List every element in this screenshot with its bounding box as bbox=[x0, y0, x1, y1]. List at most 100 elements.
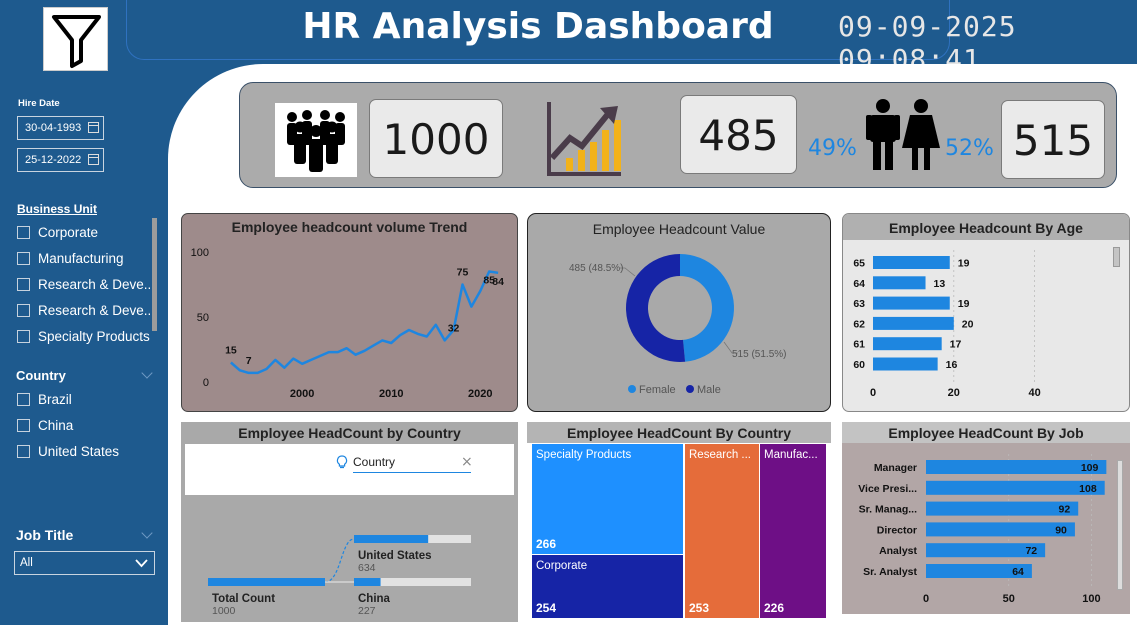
treemap-cell-manufacturing[interactable]: Manufac... 226 bbox=[760, 444, 826, 618]
value-label: 92 bbox=[1059, 504, 1071, 516]
x-tick-label: 0 bbox=[923, 593, 929, 605]
category-label: 65 bbox=[853, 258, 865, 270]
category-label: Sr. Analyst bbox=[863, 566, 917, 578]
option-label: United States bbox=[38, 443, 120, 459]
node-bar bbox=[354, 578, 381, 586]
calendar-icon[interactable] bbox=[88, 122, 99, 133]
job-title-selected: All bbox=[20, 557, 33, 569]
data-label: 32 bbox=[448, 322, 460, 334]
value-label: 108 bbox=[1079, 483, 1097, 495]
checkbox[interactable] bbox=[17, 225, 30, 239]
female-headcount-value: 485 bbox=[680, 95, 797, 174]
option-label: Research & Deve... bbox=[38, 302, 156, 318]
root-bar bbox=[208, 578, 325, 586]
legend-label: Male bbox=[697, 384, 721, 396]
filter-icon bbox=[52, 15, 101, 68]
x-tick-label: 2000 bbox=[290, 388, 314, 400]
category-label: 62 bbox=[853, 318, 865, 330]
value-label: 72 bbox=[1025, 545, 1037, 557]
treemap-cell-label: Specialty Products bbox=[536, 449, 632, 461]
treemap-cell-research[interactable]: Research ... 253 bbox=[685, 444, 759, 618]
bar bbox=[926, 460, 1107, 474]
checkbox[interactable] bbox=[17, 444, 30, 458]
total-headcount-value: 1000 bbox=[369, 99, 503, 178]
calendar-icon[interactable] bbox=[88, 154, 99, 165]
option-label: Manufacturing bbox=[38, 250, 124, 266]
checkbox[interactable] bbox=[17, 251, 30, 265]
headcount-by-age-card: Employee Headcount By Age 65 19 64 13 63 19 62… bbox=[842, 213, 1130, 412]
data-label: 15 bbox=[225, 345, 237, 357]
treemap-cell-value: 254 bbox=[536, 601, 557, 615]
value-label: 20 bbox=[962, 318, 974, 330]
growth-chart-icon bbox=[544, 100, 624, 178]
value-label: 64 bbox=[1012, 566, 1024, 578]
age-bar-chart: 65 19 64 13 63 19 62 20 61 17 60 16 0 20 40 bbox=[853, 250, 1041, 399]
female-percent: 49% bbox=[808, 136, 857, 161]
trend-chart: 0501002000 2010 202015732758584 bbox=[191, 247, 504, 400]
option-label: China bbox=[38, 417, 74, 433]
business-unit-option[interactable]: Corporate bbox=[17, 219, 157, 245]
category-label: 60 bbox=[853, 359, 865, 371]
treemap-cell-value: 253 bbox=[689, 601, 710, 615]
chevron-down-icon[interactable] bbox=[141, 527, 153, 539]
checkbox[interactable] bbox=[17, 329, 30, 343]
business-unit-list: Corporate Manufacturing Research & Deve.… bbox=[17, 219, 157, 349]
hire-date-from-value: 30-04-1993 bbox=[25, 122, 82, 134]
hire-date-to-value: 25-12-2022 bbox=[25, 154, 82, 166]
option-label: Research & Deve... bbox=[38, 276, 156, 292]
node-bar bbox=[354, 535, 429, 543]
country-option[interactable]: China bbox=[17, 412, 157, 438]
checkbox[interactable] bbox=[17, 277, 30, 291]
business-unit-option[interactable]: Research & Deve... bbox=[17, 297, 157, 323]
chevron-down-icon[interactable] bbox=[135, 558, 148, 568]
node-label: China bbox=[358, 593, 391, 605]
headcount-by-country-tree-card: Employee HeadCount by Country Country × … bbox=[181, 422, 518, 622]
bar bbox=[873, 337, 942, 351]
business-unit-option[interactable]: Research & Deve... bbox=[17, 271, 157, 297]
job-title-label: Job Title bbox=[16, 527, 74, 543]
option-label: Brazil bbox=[38, 391, 72, 407]
chevron-down-icon[interactable] bbox=[141, 367, 153, 379]
job-title-dropdown[interactable]: All bbox=[14, 551, 155, 575]
category-label: Sr. Manag... bbox=[859, 504, 917, 516]
category-label: Manager bbox=[874, 462, 917, 474]
treemap-cell-label: Corporate bbox=[536, 560, 588, 572]
bar bbox=[873, 276, 926, 290]
business-unit-option[interactable]: Specialty Products bbox=[17, 323, 157, 349]
treemap-cell-corporate[interactable]: Corporate 254 bbox=[532, 555, 683, 618]
treemap-cell-value: 266 bbox=[536, 537, 557, 551]
age-chart-scrollbar[interactable] bbox=[1113, 247, 1120, 267]
category-label: 61 bbox=[853, 339, 865, 351]
value-label: 19 bbox=[958, 258, 970, 270]
node-value: 634 bbox=[358, 562, 376, 574]
data-label: 7 bbox=[246, 355, 252, 367]
male-headcount-value: 515 bbox=[1001, 100, 1105, 179]
legend-label: Female bbox=[639, 384, 676, 396]
treemap-cell-value: 226 bbox=[764, 601, 785, 615]
country-option[interactable]: United States bbox=[17, 438, 157, 464]
male-percent: 52% bbox=[945, 136, 994, 161]
checkbox[interactable] bbox=[17, 392, 30, 406]
job-chart-scrollbar[interactable] bbox=[1117, 460, 1123, 590]
page-title: HR Analysis Dashboard bbox=[302, 6, 774, 47]
y-tick-label: 50 bbox=[197, 312, 209, 324]
value-label: 109 bbox=[1081, 462, 1099, 474]
root-value: 1000 bbox=[212, 605, 236, 617]
country-option[interactable]: Brazil bbox=[17, 386, 157, 412]
country-list: Brazil China United States bbox=[17, 386, 157, 464]
treemap-cell-label: Manufac... bbox=[764, 449, 818, 461]
treemap-cell-specialty-products[interactable]: Specialty Products 266 bbox=[532, 444, 683, 554]
node-value: 227 bbox=[358, 605, 376, 617]
hire-date-from-input[interactable]: 30-04-1993 bbox=[17, 116, 104, 140]
donut-slice bbox=[680, 254, 734, 362]
tree-link bbox=[324, 538, 355, 583]
checkbox[interactable] bbox=[17, 303, 30, 317]
root-label: Total Count bbox=[212, 593, 275, 605]
business-unit-option[interactable]: Manufacturing bbox=[17, 245, 157, 271]
checkbox[interactable] bbox=[17, 418, 30, 432]
business-unit-scrollbar[interactable] bbox=[152, 218, 157, 331]
category-label: Vice Presi... bbox=[858, 483, 917, 495]
data-label: 84 bbox=[492, 276, 504, 288]
bar bbox=[926, 480, 1105, 495]
hire-date-to-input[interactable]: 25-12-2022 bbox=[17, 148, 104, 172]
